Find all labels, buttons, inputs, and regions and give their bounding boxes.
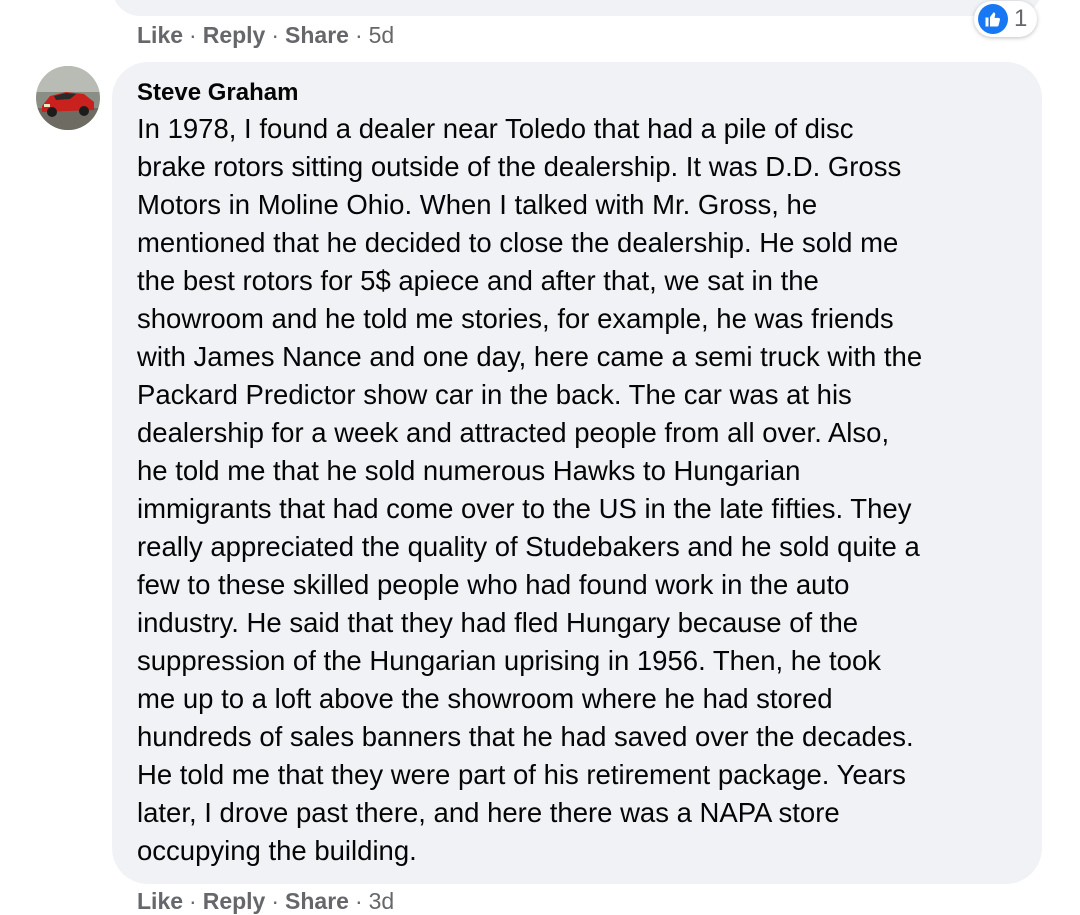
like-icon [978,4,1008,34]
reaction-summary[interactable]: 1 [974,1,1038,37]
comment-text: In 1978, I found a dealer near Toledo th… [137,110,1024,870]
comment-line: dealership for a week and attracted peop… [137,417,890,448]
comment-line: brake rotors sitting outside of the deal… [137,151,902,182]
comment-line: Motors in Moline Ohio. When I talked wit… [137,189,818,220]
previous-comment-bubble [112,0,1042,16]
comment-line: really appreciated the quality of Studeb… [137,531,920,562]
share-button[interactable]: Share [285,22,349,48]
separator-dot: · [354,888,363,914]
separator-dot: · [271,22,280,48]
like-button[interactable]: Like [137,888,183,914]
comment-line: later, I drove past there, and here ther… [137,797,840,828]
previous-comment-actions: Like · Reply · Share · 5d [137,22,394,49]
comment-line: industry. He said that they had fled Hun… [137,607,859,638]
comment-line: He told me that they were part of his re… [137,759,906,790]
separator-dot: · [271,888,280,914]
comment-line: with James Nance and one day, here came … [137,341,923,372]
comment-author[interactable]: Steve Graham [137,78,1024,108]
reply-button[interactable]: Reply [203,888,266,914]
comment-line: showroom and he told me stories, for exa… [137,303,894,334]
like-button[interactable]: Like [137,22,183,48]
comment-line: In 1978, I found a dealer near Toledo th… [137,113,854,144]
comment-line: Packard Predictor show car in the back. … [137,379,852,410]
separator-dot: · [189,22,197,48]
reaction-count: 1 [1014,5,1028,32]
share-button[interactable]: Share [285,888,349,914]
separator-dot: · [354,22,363,48]
timestamp[interactable]: 3d [369,888,395,914]
comment-line: me up to a loft above the showroom where… [137,683,833,714]
comment-line: mentioned that he decided to close the d… [137,227,899,258]
comment-line: occupying the building. [137,835,417,866]
comment-line: he told me that he sold numerous Hawks t… [137,455,801,486]
separator-dot: · [189,888,197,914]
comment-line: hundreds of sales banners that he had sa… [137,721,914,752]
comment-line: immigrants that had come over to the US … [137,493,912,524]
avatar[interactable] [36,66,100,130]
comment-bubble: Steve Graham In 1978, I found a dealer n… [112,62,1042,884]
comment-line: few to these skilled people who had foun… [137,569,850,600]
red-car-avatar [36,66,100,130]
comment-actions: Like · Reply · Share · 3d [137,888,394,915]
comment-line: the best rotors for 5$ apiece and after … [137,265,819,296]
comment-line: suppression of the Hungarian uprising in… [137,645,882,676]
reply-button[interactable]: Reply [203,22,266,48]
timestamp[interactable]: 5d [369,22,395,48]
